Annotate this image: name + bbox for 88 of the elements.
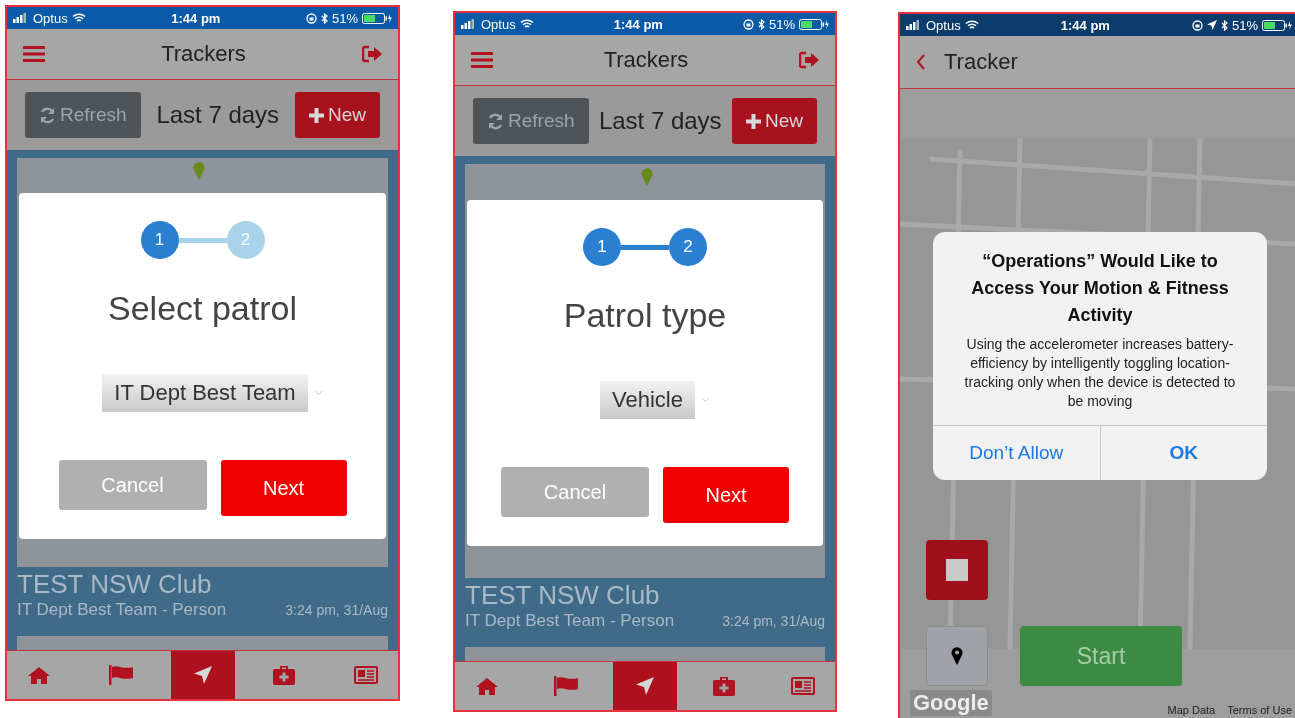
stop-icon <box>946 559 968 581</box>
map-link[interactable]: Terms of Use <box>1227 704 1292 716</box>
battery-icon <box>362 12 392 24</box>
header-title: Trackers <box>161 41 246 67</box>
step-indicator: 2 <box>226 221 265 259</box>
dialog-title: Select patrol <box>108 289 297 328</box>
battery-percent: 51% <box>331 10 358 26</box>
logout-icon[interactable] <box>799 51 819 69</box>
chevron-down-icon <box>313 390 323 396</box>
rotation-lock-icon <box>1191 19 1203 31</box>
refresh-icon <box>39 106 56 124</box>
carrier-name: Optus <box>33 10 68 26</box>
menu-icon[interactable] <box>23 45 45 63</box>
card-title: TEST NSW Club <box>17 569 213 600</box>
alert-button[interactable]: OK <box>1099 425 1267 480</box>
next-button[interactable]: Next <box>220 460 347 516</box>
signal-icon <box>461 19 477 29</box>
refresh-button[interactable]: Refresh <box>473 98 589 144</box>
map-link[interactable]: Map Data <box>1167 704 1216 716</box>
plus-icon <box>745 113 761 129</box>
stop-button[interactable] <box>926 540 988 600</box>
wifi-icon <box>519 19 534 29</box>
map-pin-icon <box>193 162 205 180</box>
battery-icon <box>1262 19 1292 31</box>
card-subtitle: IT Dept Best Team - Person <box>17 600 227 620</box>
bluetooth-icon <box>757 18 765 30</box>
newspaper-icon <box>791 677 815 695</box>
date-range-label: Last 7 days <box>598 107 722 135</box>
start-button[interactable]: Start <box>1020 626 1182 686</box>
home-icon <box>28 666 50 684</box>
status-time: 1:44 pm <box>171 10 221 26</box>
bluetooth-icon <box>1220 19 1228 31</box>
plus-icon <box>308 107 324 123</box>
step-indicator: 1 <box>583 228 621 266</box>
new-button[interactable]: New <box>294 92 380 138</box>
status-time: 1:44 pm <box>613 16 663 32</box>
nav-tab[interactable] <box>613 662 677 710</box>
dropdown-select[interactable]: IT Dept Best Team <box>102 374 308 412</box>
flag-icon <box>108 665 133 685</box>
new-button[interactable]: New <box>731 98 817 144</box>
header-title: Tracker <box>944 49 1018 75</box>
wifi-icon <box>71 13 86 23</box>
location-button[interactable] <box>926 626 988 686</box>
step-connector <box>621 244 669 250</box>
card-subtitle: IT Dept Best Team - Person <box>465 611 675 631</box>
alert-button[interactable]: Don’t Allow <box>933 425 1100 480</box>
navigation-arrow-icon <box>193 666 212 684</box>
dropdown-select[interactable]: Vehicle <box>600 381 695 419</box>
medical-kit-icon <box>713 676 735 696</box>
chevron-down-icon <box>700 397 710 403</box>
header-title: Trackers <box>603 47 689 73</box>
battery-percent: 51% <box>768 16 795 32</box>
refresh-icon <box>487 112 504 130</box>
battery-icon <box>799 18 829 30</box>
carrier-name: Optus <box>481 16 516 32</box>
bluetooth-icon <box>320 12 328 24</box>
step-indicator: 2 <box>669 228 707 266</box>
rotation-lock-icon <box>742 18 754 30</box>
menu-icon[interactable] <box>471 51 493 69</box>
date-range-label: Last 7 days <box>156 101 280 129</box>
signal-icon <box>13 13 29 23</box>
next-button[interactable]: Next <box>663 467 789 523</box>
dialog-title: Patrol type <box>563 296 727 335</box>
step-indicator: 1 <box>140 221 179 259</box>
map-logo: Google <box>910 690 992 716</box>
map-pin-icon <box>951 647 963 665</box>
map-pin-icon <box>641 168 653 186</box>
newspaper-icon <box>354 666 378 684</box>
refresh-button[interactable]: Refresh <box>25 92 141 138</box>
battery-percent: 51% <box>1231 17 1258 33</box>
nav-tab[interactable] <box>170 651 235 699</box>
alert-message: Using the accelerometer increases battery-efficiency by intelligently toggling location-tracking only when the device is detected to be moving <box>963 335 1237 411</box>
card-time: 3:24 pm, 31/Aug <box>285 602 388 618</box>
alert-title: “Operations” Would Like to Access Your Motion & Fitness Activity <box>970 250 1230 327</box>
rotation-lock-icon <box>305 12 317 24</box>
navigation-arrow-icon <box>636 677 654 695</box>
back-icon[interactable] <box>916 54 926 70</box>
flag-icon <box>554 676 578 696</box>
step-connector <box>178 237 227 243</box>
home-icon <box>476 677 498 695</box>
carrier-name: Optus <box>926 17 961 33</box>
wifi-icon <box>964 20 979 30</box>
logout-icon[interactable] <box>362 45 382 63</box>
signal-icon <box>906 20 922 30</box>
medical-kit-icon <box>273 665 296 685</box>
card-time: 3:24 pm, 31/Aug <box>722 613 825 629</box>
card-title: TEST NSW Club <box>465 580 661 611</box>
status-time: 1:44 pm <box>1060 17 1110 33</box>
